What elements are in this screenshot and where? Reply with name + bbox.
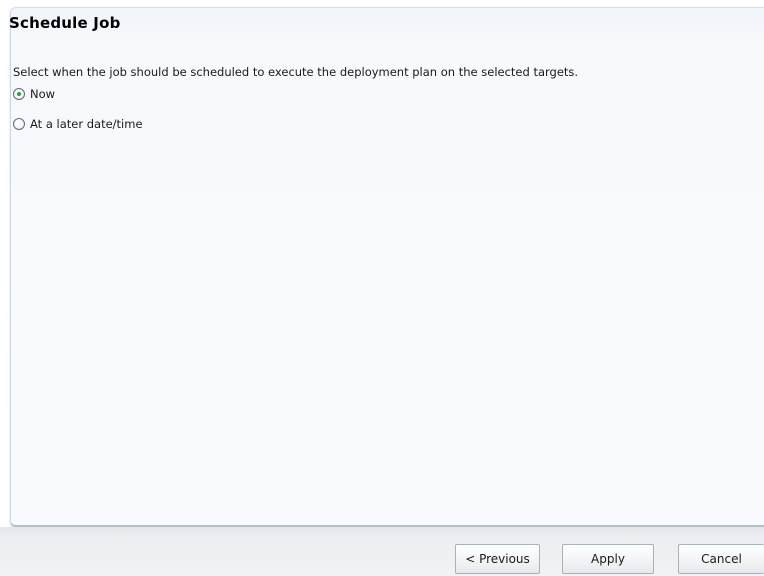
radio-now-selected[interactable] bbox=[13, 88, 25, 100]
schedule-job-panel bbox=[10, 7, 764, 527]
schedule-description: Select when the job should be scheduled … bbox=[13, 65, 579, 79]
previous-button[interactable]: < Previous bbox=[455, 544, 540, 574]
radio-now-label: Now bbox=[30, 87, 56, 101]
cancel-button[interactable]: Cancel bbox=[678, 544, 764, 574]
apply-button[interactable]: Apply bbox=[562, 544, 654, 574]
radio-later-unselected[interactable] bbox=[13, 118, 25, 130]
radio-option-later[interactable]: At a later date/time bbox=[13, 117, 143, 131]
radio-later-label: At a later date/time bbox=[30, 117, 143, 131]
radio-option-now[interactable]: Now bbox=[13, 87, 55, 101]
schedule-job-dialog: Schedule Job Select when the job should … bbox=[0, 0, 764, 576]
page-title: Schedule Job bbox=[9, 14, 121, 32]
